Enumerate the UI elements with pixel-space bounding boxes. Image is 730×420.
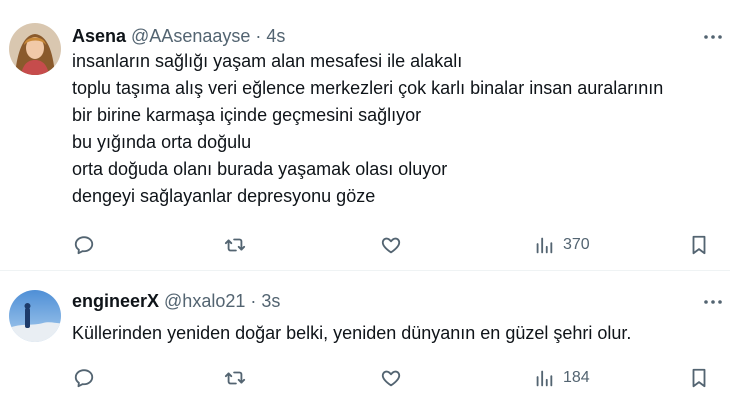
tweet-header: Asena @AAsenaayse · 4s (72, 24, 285, 48)
text-line: toplu taşıma alış veri eğlence merkezler… (72, 78, 664, 98)
bookmark-icon (692, 235, 706, 255)
author-handle[interactable]: @hxalo21 (164, 291, 245, 312)
separator: · (255, 25, 262, 46)
reply-button[interactable] (73, 230, 95, 260)
action-bar: 370 (0, 230, 730, 260)
views-button[interactable]: 370 (533, 230, 590, 260)
heart-icon (381, 370, 401, 387)
author-name[interactable]: Asena (72, 26, 126, 47)
retweet-button[interactable] (224, 230, 246, 260)
views-icon (536, 237, 553, 254)
text-line: insanların sağlığı yaşam alan mesafesi i… (72, 51, 463, 71)
view-count: 370 (563, 236, 590, 253)
timestamp[interactable]: 3s (261, 291, 280, 312)
reply-icon (74, 236, 94, 255)
avatar[interactable] (9, 23, 61, 75)
text-line: orta doğuda olanı burada yaşamak olası o… (72, 159, 448, 179)
views-icon (536, 370, 553, 387)
tweet-text: Küllerinden yeniden doğar belki, yeniden… (72, 320, 631, 347)
text-line: dengeyi sağlayanlar depresyonu göze (72, 186, 376, 206)
like-button[interactable] (380, 363, 402, 393)
retweet-button[interactable] (224, 363, 246, 393)
bookmark-button[interactable] (688, 363, 710, 393)
tweet[interactable]: Asena @AAsenaayse · 4s insanların sağlığ… (0, 0, 730, 270)
retweet-icon (224, 371, 246, 385)
separator: · (250, 290, 257, 311)
avatar[interactable] (9, 290, 61, 342)
retweet-icon (224, 238, 246, 252)
reply-button[interactable] (73, 363, 95, 393)
timestamp[interactable]: 4s (266, 26, 285, 47)
bookmark-button[interactable] (688, 230, 710, 260)
author-name[interactable]: engineerX (72, 291, 159, 312)
text-line: Küllerinden yeniden doğar belki, yeniden… (72, 323, 632, 343)
reply-icon (74, 369, 94, 388)
tweet[interactable]: engineerX @hxalo21 · 3s Küllerinden yeni… (0, 271, 730, 420)
tweet-header: engineerX @hxalo21 · 3s (72, 289, 280, 313)
view-count: 184 (563, 369, 590, 386)
heart-icon (381, 237, 401, 254)
more-icon[interactable] (702, 26, 724, 48)
like-button[interactable] (380, 230, 402, 260)
tweet-text: insanların sağlığı yaşam alan mesafesi i… (72, 48, 663, 210)
views-button[interactable]: 184 (533, 363, 590, 393)
author-handle[interactable]: @AAsenaayse (131, 26, 250, 47)
text-line: bir birine karmaşa içinde geçmesini sağl… (72, 105, 422, 125)
more-icon[interactable] (702, 291, 724, 313)
bookmark-icon (692, 368, 706, 388)
text-line: bu yığında orta doğulu (72, 132, 252, 152)
action-bar: 184 (0, 363, 730, 393)
